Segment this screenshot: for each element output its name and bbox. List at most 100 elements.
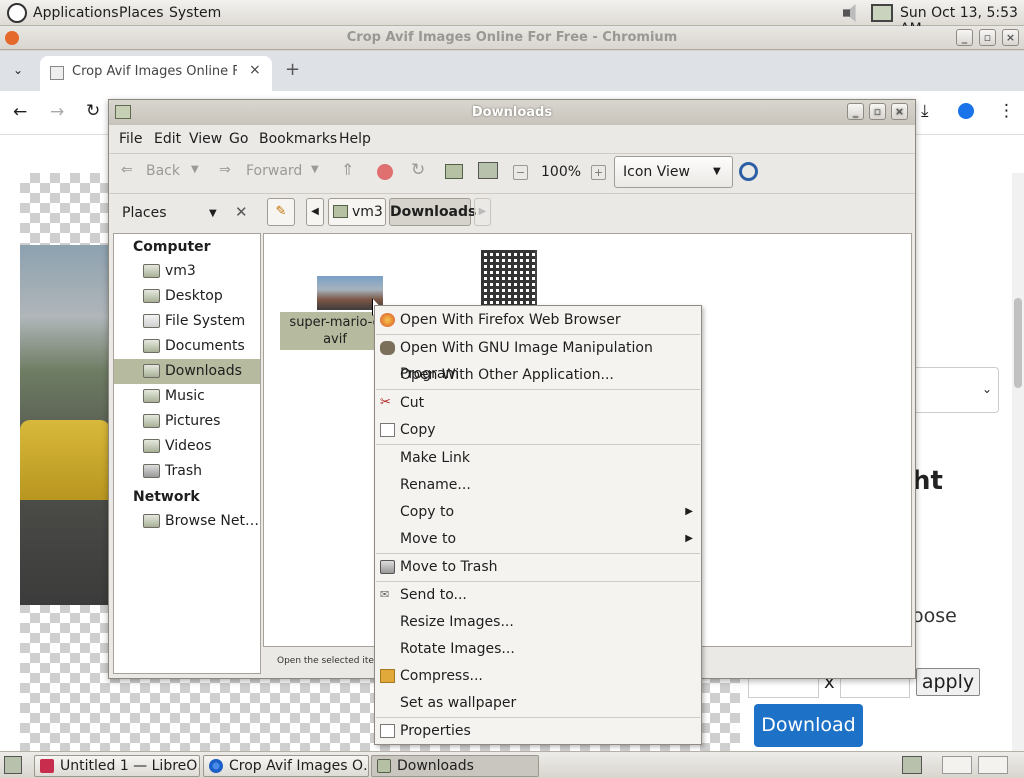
forward-history-chevron-icon[interactable]: ▼ — [311, 164, 319, 175]
computer-icon[interactable] — [478, 162, 498, 179]
sidebar-item-vm3[interactable]: vm3 — [114, 259, 260, 284]
stop-icon[interactable] — [377, 164, 393, 180]
workspace-2[interactable] — [942, 756, 972, 774]
preview-image-taxi — [20, 420, 110, 500]
menu-item-copy[interactable]: Copy — [375, 417, 701, 443]
fm-minimize-button[interactable]: _ — [847, 103, 864, 120]
back-arrow-icon[interactable]: ← — [13, 102, 27, 122]
desktop-folder-icon — [143, 289, 160, 303]
file-manager-titlebar[interactable]: Downloads _ ▫ × — [109, 100, 915, 125]
libreoffice-icon — [40, 759, 54, 773]
menu-item-resize-images[interactable]: Resize Images... — [375, 609, 701, 635]
path-button-vm3[interactable]: vm3 — [328, 198, 386, 226]
places-menu[interactable]: Places — [119, 5, 164, 21]
menu-item-open-other[interactable]: Open With Other Application... — [375, 362, 701, 388]
sidebar-item-browse-network[interactable]: Browse Net… — [114, 509, 260, 534]
zoom-out-icon[interactable]: − — [513, 165, 528, 180]
path-left-arrow-icon[interactable]: ◀ — [306, 198, 324, 226]
taskbar-item-chromium[interactable]: Crop Avif Images O… — [203, 755, 369, 777]
menu-item-move-to-trash[interactable]: Move to Trash — [375, 554, 701, 580]
sidebar-item-downloads[interactable]: Downloads — [114, 359, 260, 384]
zoom-in-icon[interactable]: + — [591, 165, 606, 180]
archive-icon — [380, 669, 395, 683]
menu-edit[interactable]: Edit — [154, 131, 181, 147]
menu-item-set-wallpaper[interactable]: Set as wallpaper — [375, 690, 701, 716]
menu-file[interactable]: File — [119, 131, 142, 147]
zoom-level: 100% — [541, 164, 582, 180]
sidebar-item-desktop[interactable]: Desktop — [114, 284, 260, 309]
menu-item-make-link[interactable]: Make Link — [375, 445, 701, 471]
menu-item-cut[interactable]: ✂ Cut — [375, 390, 701, 416]
close-sidebar-icon[interactable]: ✕ — [235, 203, 248, 221]
volume-icon[interactable] — [843, 4, 856, 22]
menu-view[interactable]: View — [189, 131, 222, 147]
path-right-arrow-icon[interactable]: ▶ — [474, 198, 491, 226]
reload-icon[interactable]: ↻ — [86, 101, 100, 121]
format-select[interactable]: ⌄ — [905, 367, 999, 413]
system-menu[interactable]: System — [169, 5, 221, 21]
menu-item-open-gimp[interactable]: Open With GNU Image Manipulation Program — [375, 335, 701, 382]
menu-help[interactable]: Help — [339, 131, 371, 147]
menu-item-rotate-images[interactable]: Rotate Images... — [375, 636, 701, 662]
menu-item-rename[interactable]: Rename... — [375, 472, 701, 498]
gnome-foot-icon[interactable] — [7, 3, 27, 23]
apply-button[interactable]: apply — [916, 668, 980, 696]
download-icon[interactable]: ⤓ — [921, 101, 929, 121]
taskbar-item-libreoffice[interactable]: Untitled 1 — LibreO… — [34, 755, 200, 777]
reload-icon[interactable]: ↻ — [411, 160, 425, 180]
sidebar-item-pictures[interactable]: Pictures — [114, 409, 260, 434]
sidebar-item-file-system[interactable]: File System — [114, 309, 260, 334]
sidebar-item-documents[interactable]: Documents — [114, 334, 260, 359]
menu-item-open-firefox[interactable]: Open With Firefox Web Browser — [375, 307, 701, 333]
kebab-menu-icon[interactable]: ⋮ — [998, 101, 1015, 121]
back-arrow-icon[interactable]: ⇐ — [121, 162, 133, 178]
browser-tab[interactable]: Crop Avif Images Online For × — [40, 56, 272, 91]
scrollbar-thumb[interactable] — [1014, 298, 1022, 388]
edit-location-icon[interactable]: ✎ — [267, 198, 295, 226]
path-button-downloads[interactable]: Downloads — [389, 198, 476, 226]
fm-maximize-button[interactable]: ▫ — [869, 103, 886, 120]
fm-back-button[interactable]: Back — [146, 163, 180, 179]
sidebar-item-music[interactable]: Music — [114, 384, 260, 409]
fm-forward-button[interactable]: Forward — [246, 163, 302, 179]
choose-text-fragment: oose — [912, 605, 957, 627]
sidebar-item-trash[interactable]: Trash — [114, 459, 260, 484]
menu-item-move-to[interactable]: Move to ▶ — [375, 526, 701, 552]
taskbar-item-downloads[interactable]: Downloads — [371, 755, 539, 777]
page-scrollbar[interactable] — [1012, 173, 1024, 751]
back-history-chevron-icon[interactable]: ▼ — [191, 164, 199, 175]
workspace-switcher-icon[interactable] — [902, 756, 922, 774]
fm-close-button[interactable]: × — [891, 103, 908, 120]
home-icon[interactable] — [445, 164, 463, 179]
file-item-qr[interactable] — [481, 248, 541, 308]
download-button[interactable]: Download — [754, 704, 863, 747]
sidebar-mode-select[interactable]: Places ▼ ✕ — [115, 203, 253, 225]
workspace-3[interactable] — [978, 756, 1008, 774]
chromium-logo-icon — [5, 31, 19, 45]
menu-item-copy-to[interactable]: Copy to ▶ — [375, 499, 701, 525]
sidebar-item-videos[interactable]: Videos — [114, 434, 260, 459]
menu-item-properties[interactable]: Properties — [375, 718, 701, 744]
menu-go[interactable]: Go — [229, 131, 248, 147]
show-desktop-icon[interactable] — [4, 756, 22, 774]
tab-close-icon[interactable]: × — [249, 62, 261, 78]
new-tab-button[interactable]: + — [285, 59, 300, 80]
forward-arrow-icon[interactable]: ⇒ — [219, 162, 231, 178]
network-icon — [143, 514, 160, 528]
network-icon[interactable] — [871, 4, 893, 22]
search-icon[interactable] — [739, 162, 758, 181]
menu-item-label: Open With Other Application... — [400, 367, 614, 383]
menu-bookmarks[interactable]: Bookmarks — [259, 131, 337, 147]
applications-menu[interactable]: Applications — [33, 5, 119, 21]
forward-arrow-icon[interactable]: → — [50, 102, 64, 122]
tab-search-icon[interactable]: ⌄ — [13, 63, 23, 77]
up-arrow-icon[interactable]: ⇑ — [341, 160, 354, 179]
profile-icon[interactable] — [958, 103, 974, 119]
menu-item-compress[interactable]: Compress... — [375, 663, 701, 689]
tab-favicon-icon — [50, 66, 64, 80]
minimize-button[interactable]: _ — [956, 29, 973, 46]
maximize-button[interactable]: ▫ — [979, 29, 996, 46]
close-button[interactable]: × — [1002, 29, 1019, 46]
view-mode-select[interactable]: Icon View ▼ — [614, 156, 733, 188]
menu-item-send-to[interactable]: ✉ Send to... — [375, 582, 701, 608]
